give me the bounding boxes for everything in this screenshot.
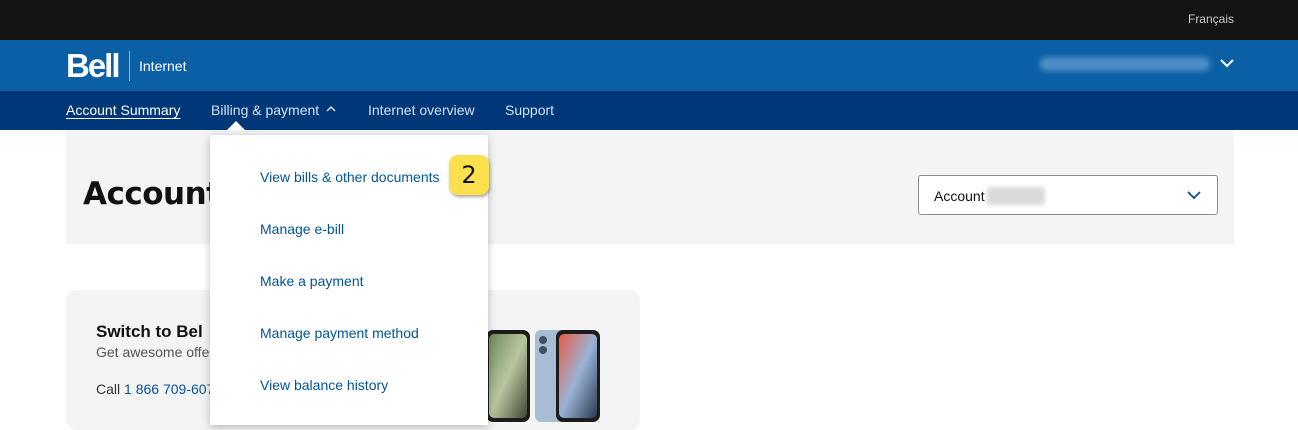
main-nav: Account Summary Billing & payment Intern… xyxy=(0,91,1298,130)
menu-item-balance-history[interactable]: View balance history xyxy=(260,377,388,393)
chevron-down-icon[interactable] xyxy=(1187,190,1201,200)
step-badge: 2 xyxy=(449,155,489,195)
account-number-redacted xyxy=(987,187,1045,205)
promo-phone-link[interactable]: 1 866 709-607 xyxy=(124,381,214,397)
phone-image xyxy=(535,330,600,422)
promo-call-prefix: Call xyxy=(96,381,125,397)
chevron-down-icon[interactable] xyxy=(1218,56,1236,70)
promo-title: Switch to Bel xyxy=(96,322,203,341)
nav-support[interactable]: Support xyxy=(505,102,554,118)
account-email-redacted[interactable] xyxy=(1040,57,1210,71)
menu-item-manage-ebill[interactable]: Manage e-bill xyxy=(260,221,344,237)
language-toggle-link[interactable]: Français xyxy=(1188,12,1234,26)
bell-logo[interactable]: Bell xyxy=(66,48,121,84)
dropdown-pointer xyxy=(227,121,245,130)
menu-item-make-payment[interactable]: Make a payment xyxy=(260,273,364,289)
promo-subtitle: Get awesome offe xyxy=(96,344,210,360)
phone-image xyxy=(486,330,530,422)
page-title: Account xyxy=(83,176,221,212)
logo-divider xyxy=(129,51,130,81)
product-label: Internet xyxy=(139,58,187,74)
chevron-up-icon[interactable] xyxy=(326,105,336,112)
nav-account-summary[interactable]: Account Summary xyxy=(66,102,180,118)
site-header: Bell Internet xyxy=(0,40,1298,91)
account-select-label: Account xyxy=(934,188,985,204)
account-select[interactable]: Account xyxy=(918,175,1218,215)
menu-item-manage-payment-method[interactable]: Manage payment method xyxy=(260,325,419,341)
promo-call-text: Call 1 866 709-607 xyxy=(96,381,214,397)
utility-bar: Français xyxy=(0,0,1298,40)
nav-internet-overview[interactable]: Internet overview xyxy=(368,102,475,118)
nav-billing-payment[interactable]: Billing & payment xyxy=(211,102,319,118)
billing-dropdown-menu: View bills & other documents Manage e-bi… xyxy=(210,135,488,425)
menu-item-view-bills[interactable]: View bills & other documents xyxy=(260,169,440,185)
